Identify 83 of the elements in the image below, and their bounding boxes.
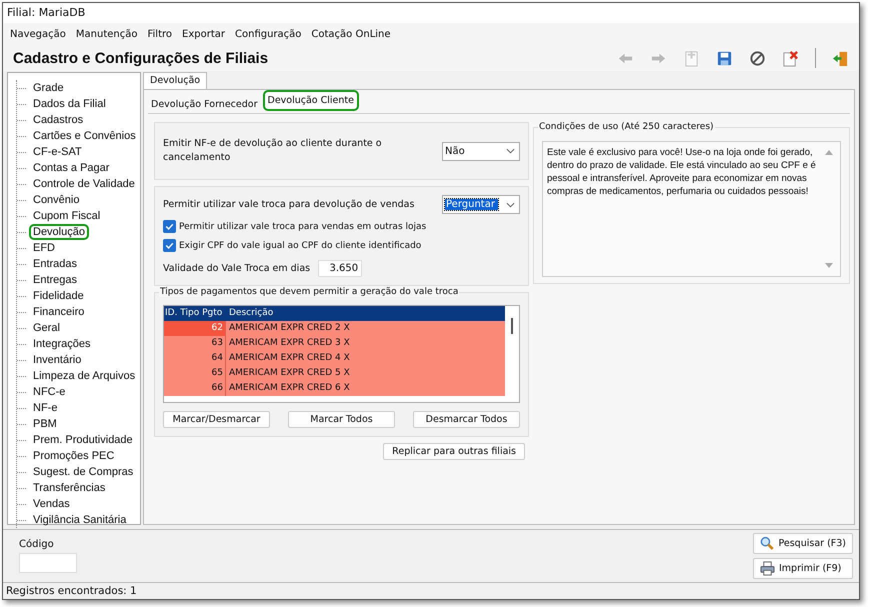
footer-button[interactable]: Imprimir (F9): [753, 558, 853, 579]
action-button[interactable]: Marcar/Desmarcar: [163, 411, 270, 428]
table-cell-text: AMERICAM EXPR CRED 4 X: [228, 352, 350, 365]
tree-item[interactable]: Sugest. de Compras: [29, 464, 138, 480]
page-title: Cadastro e Configurações de Filiais: [13, 50, 268, 66]
tree-item[interactable]: Convênio: [29, 192, 84, 208]
checkbox[interactable]: [163, 239, 176, 252]
checkbox-label: Permitir utilizar vale troca para vendas em outras lojas: [179, 222, 426, 232]
table-cell-text: AMERICAM EXPR CRED 2 X: [228, 322, 350, 335]
printer-icon: [760, 561, 775, 576]
chevron-down-icon[interactable]: [506, 202, 515, 208]
tree-item[interactable]: PBM: [29, 416, 61, 432]
table-cell: 66: [164, 381, 226, 396]
group-title: Condições de uso (Até 250 caracteres): [538, 122, 715, 132]
dropdown[interactable]: Não: [442, 142, 520, 160]
tree-item[interactable]: Grade: [29, 80, 68, 96]
tree-item[interactable]: Integrações: [29, 336, 94, 352]
menu-item[interactable]: Manutenção: [76, 28, 138, 40]
option-label: Permitir utilizar vale troca para devolução de vendas: [163, 199, 414, 210]
tree-item[interactable]: Entregas: [29, 272, 82, 288]
conditions-text: Este vale é exclusivo para você! Use-o na loja onde foi gerado, dentro do prazo de validade. Ele está vinculado ao seu CPF e é pessoal e intransferível. Aproveite para economizar em novas compras de medicamentos, perfumaria ou cuidados pessoais!: [547, 146, 817, 199]
checkbox-label: Exigir CPF do vale igual ao CPF do cliente identificado: [179, 240, 422, 250]
table-row[interactable]: 64 AMERICAM EXPR CRED 4 X: [164, 351, 505, 366]
tree-item[interactable]: NFC-e: [29, 384, 70, 400]
menu-item[interactable]: Configuração: [235, 28, 302, 40]
tree-item[interactable]: CF-e-SAT: [29, 144, 86, 160]
tree-item[interactable]: Vendas: [29, 496, 74, 512]
tree-item[interactable]: Promoções PEC: [29, 448, 118, 464]
tree-item[interactable]: Transferências: [29, 480, 110, 496]
menu-item[interactable]: Navegação: [10, 28, 66, 40]
action-button[interactable]: Desmarcar Todos: [413, 411, 520, 428]
code-field[interactable]: [19, 553, 77, 573]
tree-item[interactable]: EFD: [29, 240, 59, 256]
tree-item[interactable]: Devolução: [29, 224, 89, 240]
column-header: ID. Tipo Pgto: [164, 307, 224, 320]
tree-item[interactable]: Cartões e Convênios: [29, 128, 140, 144]
tree-item[interactable]: Cadastros: [29, 112, 88, 128]
tab[interactable]: Devolução: [143, 72, 208, 89]
search-icon: [760, 536, 774, 551]
option-label: Emitir NF-e de devolução ao cliente durante o cancelamento: [163, 137, 383, 165]
save-icon[interactable]: [716, 50, 733, 66]
menu-item[interactable]: Cotação OnLine: [311, 28, 391, 40]
table-row[interactable]: 66 AMERICAM EXPR CRED 6 X: [164, 381, 505, 396]
footer-button[interactable]: Pesquisar (F3): [753, 533, 853, 554]
exit-door-icon[interactable]: [832, 50, 849, 66]
tab[interactable]: Devolução Cliente: [262, 90, 359, 111]
action-button[interactable]: Marcar Todos: [288, 411, 395, 428]
status-text: Registros encontrados: 1: [3, 582, 859, 599]
field-label: Código: [19, 539, 55, 550]
cancel-icon[interactable]: [749, 50, 766, 66]
window-title: Filial: MariaDB: [3, 3, 859, 23]
table-row[interactable]: 62 AMERICAM EXPR CRED 2 X: [164, 321, 505, 336]
column-header: Descrição: [228, 307, 274, 320]
table-row[interactable]: 65 AMERICAM EXPR CRED 5 X: [164, 366, 505, 381]
tree-item[interactable]: Dados da Filial: [29, 96, 110, 112]
tree-item[interactable]: Inventário: [29, 352, 86, 368]
field-label: Validade do Vale Troca em dias: [163, 263, 310, 274]
tree-item[interactable]: Fidelidade: [29, 288, 88, 304]
tab[interactable]: Devolução Fornecedor: [148, 96, 260, 113]
table-cell-text: AMERICAM EXPR CRED 5 X: [228, 367, 350, 380]
tree-item[interactable]: Geral: [29, 320, 64, 336]
tree-item[interactable]: Controle de Validade: [29, 176, 139, 192]
tree-item[interactable]: Entradas: [29, 256, 82, 272]
tree-item[interactable]: Prem. Produtividade: [29, 432, 137, 448]
delete-icon[interactable]: [782, 50, 799, 66]
replicate-button[interactable]: Replicar para outras filiais: [383, 443, 525, 460]
table-cell: 62: [164, 321, 226, 336]
table-cell-text: AMERICAM EXPR CRED 6 X: [228, 382, 350, 395]
dropdown[interactable]: Perguntar: [442, 195, 520, 214]
tree-item[interactable]: Limpeza de Arquivos: [29, 368, 140, 384]
tree-item[interactable]: Cupom Fiscal: [29, 208, 104, 224]
group-title: Tipos de pagamentos que devem permitir a geração do vale troca: [159, 287, 460, 297]
table-row[interactable]: 63 AMERICAM EXPR CRED 3 X: [164, 336, 505, 351]
tree-item[interactable]: NF-e: [29, 400, 62, 416]
checkbox[interactable]: [163, 220, 176, 233]
chevron-down-icon[interactable]: [506, 148, 515, 154]
menu-item[interactable]: Exportar: [182, 28, 225, 40]
table-cell-text: AMERICAM EXPR CRED 3 X: [228, 337, 350, 350]
tree-item[interactable]: Contas a Pagar: [29, 160, 114, 176]
tree-item[interactable]: Financeiro: [29, 304, 88, 320]
number-field[interactable]: 3.650: [318, 260, 362, 277]
menu-item[interactable]: Filtro: [148, 28, 172, 40]
tree-item[interactable]: Vigilância Sanitária: [29, 512, 130, 528]
